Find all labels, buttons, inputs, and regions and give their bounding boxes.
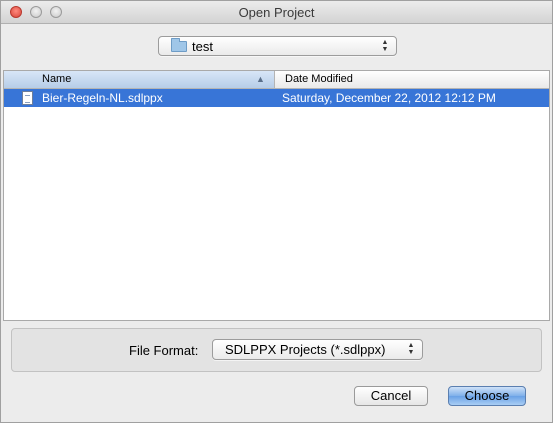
file-format-panel: File Format: SDLPPX Projects (*.sdlppx) … (11, 328, 542, 372)
file-date-modified: Saturday, December 22, 2012 12:12 PM (282, 91, 496, 105)
cancel-button[interactable]: Cancel (354, 386, 428, 406)
file-name: Bier-Regeln-NL.sdlppx (42, 91, 163, 105)
file-browser[interactable]: Name ▲ Date Modified Bier-Regeln-NL.sdlp… (3, 70, 550, 321)
popup-arrows-icon: ▲ ▼ (407, 342, 415, 356)
column-header-row: Name ▲ Date Modified (4, 71, 549, 89)
current-folder-label: test (192, 39, 213, 54)
file-row[interactable]: Bier-Regeln-NL.sdlppx Saturday, December… (4, 89, 549, 107)
file-format-value: SDLPPX Projects (*.sdlppx) (225, 342, 386, 357)
window-title: Open Project (238, 5, 315, 20)
open-project-dialog: Open Project test ▲ ▼ Name ▲ Date Modifie… (0, 0, 553, 423)
name-column-label: Name (42, 73, 72, 85)
folder-icon (171, 38, 187, 52)
name-column-header[interactable]: Name ▲ (4, 71, 275, 88)
choose-button[interactable]: Choose (448, 386, 526, 406)
popup-arrows-icon: ▲ ▼ (381, 39, 389, 53)
title-bar[interactable]: Open Project (1, 1, 552, 24)
file-format-label: File Format: (129, 343, 199, 358)
date-modified-column-header[interactable]: Date Modified (285, 73, 353, 85)
sort-ascending-icon: ▲ (256, 74, 265, 84)
location-popup[interactable]: test ▲ ▼ (158, 36, 397, 56)
file-format-popup[interactable]: SDLPPX Projects (*.sdlppx) ▲ ▼ (212, 339, 423, 360)
document-icon (22, 91, 33, 105)
location-bar: test ▲ ▼ (1, 24, 552, 70)
